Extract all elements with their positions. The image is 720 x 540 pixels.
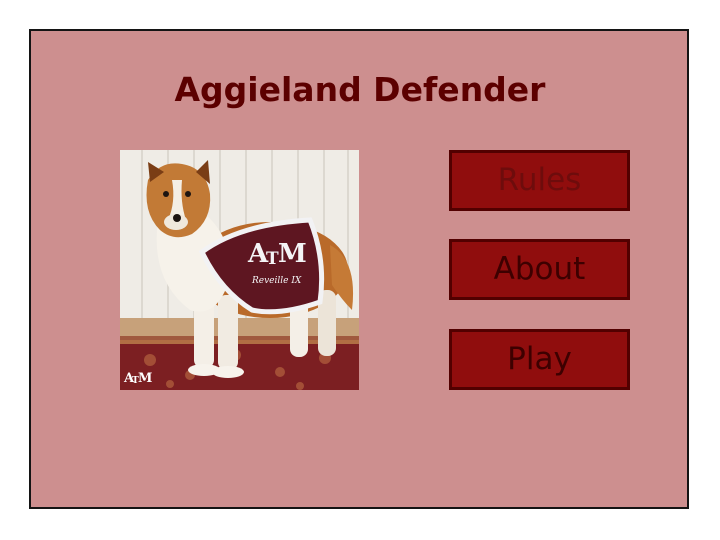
- play-button[interactable]: Play: [449, 329, 630, 390]
- svg-text:Reveille IX: Reveille IX: [251, 276, 302, 286]
- svg-text:M: M: [278, 239, 307, 269]
- mascot-photo: A T M Reveille IX A T M: [120, 150, 359, 390]
- rules-button[interactable]: Rules: [449, 150, 630, 211]
- about-button[interactable]: About: [449, 239, 630, 300]
- svg-text:M: M: [138, 371, 152, 386]
- game-title: Aggieland Defender: [174, 70, 546, 109]
